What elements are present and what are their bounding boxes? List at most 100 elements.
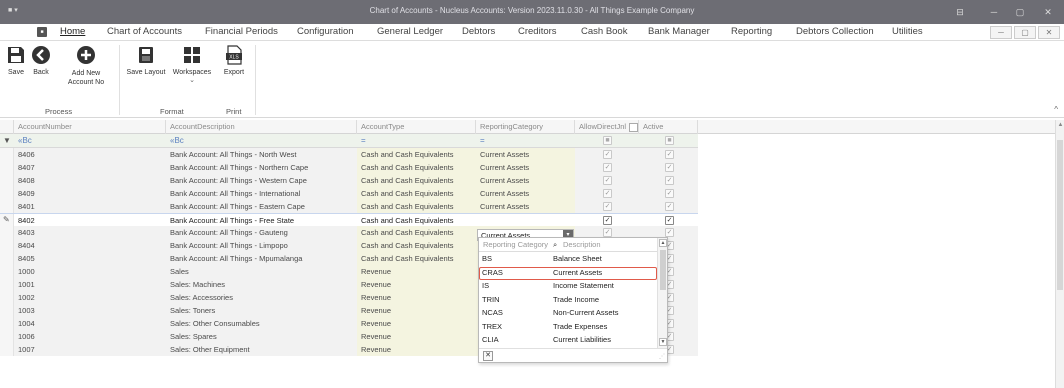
allow-direct-jnl-cell[interactable]: ✓: [575, 200, 639, 213]
active-checkbox[interactable]: ✓: [665, 202, 674, 211]
account-number-cell[interactable]: 1004: [14, 317, 166, 330]
row-selector[interactable]: [0, 265, 14, 278]
account-description-cell[interactable]: Bank Account: All Things - Northern Cape: [166, 161, 357, 174]
account-type-cell[interactable]: Revenue: [357, 317, 476, 330]
account-number-cell[interactable]: 8403: [14, 226, 166, 239]
reporting-category-cell[interactable]: Current Assets: [476, 200, 575, 213]
account-type-cell[interactable]: Cash and Cash Equivalents: [357, 174, 476, 187]
minimize-button[interactable]: ─: [984, 4, 1004, 20]
dropdown-option[interactable]: IS Income Statement: [479, 280, 657, 293]
scrollbar-thumb[interactable]: [1057, 140, 1063, 290]
dropdown-header-code[interactable]: Reporting Category: [483, 240, 548, 249]
allow-direct-jnl-cell[interactable]: ✓: [575, 148, 639, 161]
active-checkbox[interactable]: ✓: [665, 176, 674, 185]
filter-account-number[interactable]: «Bc: [14, 134, 166, 147]
save-button[interactable]: Save: [4, 45, 28, 76]
active-checkbox[interactable]: ✓: [665, 150, 674, 159]
header-reporting-category[interactable]: ReportingCategory: [476, 120, 575, 134]
export-button[interactable]: XLS Export: [218, 45, 250, 76]
active-cell[interactable]: ✓: [639, 174, 698, 187]
scroll-up-icon[interactable]: ▲: [1056, 122, 1064, 128]
active-checkbox[interactable]: ✓: [665, 189, 674, 198]
header-account-type[interactable]: AccountType: [357, 120, 476, 134]
allow-direct-jnl-checkbox[interactable]: ✓: [603, 202, 612, 211]
filter-reporting-category[interactable]: =: [476, 134, 575, 147]
account-type-cell[interactable]: Cash and Cash Equivalents: [357, 161, 476, 174]
resize-grip-icon[interactable]: ⋰: [659, 353, 665, 360]
account-description-cell[interactable]: Bank Account: All Things - Mpumalanga: [166, 252, 357, 265]
header-active[interactable]: Active: [639, 120, 698, 134]
account-number-cell[interactable]: 1007: [14, 343, 166, 356]
active-checkbox[interactable]: ✓: [665, 216, 674, 225]
account-number-cell[interactable]: 8409: [14, 187, 166, 200]
menu-creditors[interactable]: Creditors: [518, 26, 557, 37]
account-type-cell[interactable]: Cash and Cash Equivalents: [357, 239, 476, 252]
account-description-cell[interactable]: Bank Account: All Things - Western Cape: [166, 174, 357, 187]
reporting-category-cell[interactable]: Current Assets: [476, 187, 575, 200]
row-selector[interactable]: [0, 291, 14, 304]
dropdown-scrollbar[interactable]: ▲ ▼: [657, 238, 667, 348]
account-description-cell[interactable]: Sales: [166, 265, 357, 278]
account-description-cell[interactable]: Bank Account: All Things - Gauteng: [166, 226, 357, 239]
dropdown-option[interactable]: CRAS Current Assets: [479, 266, 657, 280]
account-description-cell[interactable]: Bank Account: All Things - Eastern Cape: [166, 200, 357, 213]
menu-reporting[interactable]: Reporting: [731, 26, 772, 37]
save-layout-button[interactable]: Save Layout: [122, 45, 170, 76]
menu-utilities[interactable]: Utilities: [892, 26, 923, 37]
dropdown-scroll-down-icon[interactable]: ▼: [659, 338, 667, 346]
row-selector[interactable]: [0, 161, 14, 174]
account-description-cell[interactable]: Sales: Spares: [166, 330, 357, 343]
allow-direct-jnl-cell[interactable]: ✓: [575, 187, 639, 200]
account-description-cell[interactable]: Bank Account: All Things - Limpopo: [166, 239, 357, 252]
table-row[interactable]: 8406 Bank Account: All Things - North Wes…: [0, 148, 698, 161]
account-description-cell[interactable]: Bank Account: All Things - International: [166, 187, 357, 200]
active-cell[interactable]: ✓: [639, 161, 698, 174]
allow-direct-jnl-checkbox[interactable]: ✓: [603, 150, 612, 159]
row-selector[interactable]: [0, 187, 14, 200]
filter-active[interactable]: ■: [665, 136, 674, 145]
allow-direct-jnl-checkbox[interactable]: ✓: [603, 176, 612, 185]
row-selector[interactable]: [0, 278, 14, 291]
row-selector[interactable]: [0, 343, 14, 356]
row-selector[interactable]: [0, 304, 14, 317]
active-checkbox[interactable]: ✓: [665, 228, 674, 237]
maximize-button[interactable]: ▢: [1010, 4, 1030, 20]
reporting-category-cell[interactable]: Current Assets: [476, 148, 575, 161]
account-description-cell[interactable]: Sales: Accessories: [166, 291, 357, 304]
account-number-cell[interactable]: 8406: [14, 148, 166, 161]
filter-allow-direct-jnl[interactable]: ■: [603, 136, 612, 145]
account-description-cell[interactable]: Bank Account: All Things - North West: [166, 148, 357, 161]
row-selector[interactable]: [0, 330, 14, 343]
table-row[interactable]: 8401 Bank Account: All Things - Eastern C…: [0, 200, 698, 213]
active-cell[interactable]: ✓: [639, 187, 698, 200]
menu-debtors[interactable]: Debtors: [462, 26, 495, 37]
menu-debtors-collection[interactable]: Debtors Collection: [796, 26, 874, 37]
account-number-cell[interactable]: 8407: [14, 161, 166, 174]
dropdown-option[interactable]: TRIN Trade Income: [479, 294, 657, 307]
account-description-cell[interactable]: Sales: Machines: [166, 278, 357, 291]
account-type-cell[interactable]: Revenue: [357, 330, 476, 343]
dropdown-header-description[interactable]: Description: [563, 240, 601, 249]
row-selector[interactable]: [0, 148, 14, 161]
account-type-cell[interactable]: Cash and Cash Equivalents: [357, 187, 476, 200]
binoculars-icon[interactable]: ⌕: [553, 240, 557, 250]
menu-cash-book[interactable]: Cash Book: [581, 26, 627, 37]
back-button[interactable]: Back: [28, 45, 54, 76]
account-number-cell[interactable]: 8404: [14, 239, 166, 252]
active-cell[interactable]: ✓: [639, 148, 698, 161]
dropdown-option[interactable]: NCAS Non-Current Assets: [479, 307, 657, 320]
menu-configuration[interactable]: Configuration: [297, 26, 354, 37]
account-type-cell[interactable]: Cash and Cash Equivalents: [357, 200, 476, 213]
allow-direct-jnl-checkbox[interactable]: ✓: [603, 189, 612, 198]
close-button[interactable]: ✕: [1038, 4, 1058, 20]
header-account-description[interactable]: AccountDescription: [166, 120, 357, 134]
select-all-checkbox[interactable]: [629, 122, 638, 132]
reporting-category-cell[interactable]: Current Assets: [476, 161, 575, 174]
account-type-cell[interactable]: Revenue: [357, 265, 476, 278]
clear-selection-button[interactable]: ✕: [483, 351, 493, 361]
table-row[interactable]: 8409 Bank Account: All Things - Internati…: [0, 187, 698, 200]
account-description-cell[interactable]: Sales: Other Consumables: [166, 317, 357, 330]
table-row[interactable]: 8407 Bank Account: All Things - Northern …: [0, 161, 698, 174]
allow-direct-jnl-cell[interactable]: ✓: [575, 174, 639, 187]
account-type-cell[interactable]: Cash and Cash Equivalents: [357, 226, 476, 239]
